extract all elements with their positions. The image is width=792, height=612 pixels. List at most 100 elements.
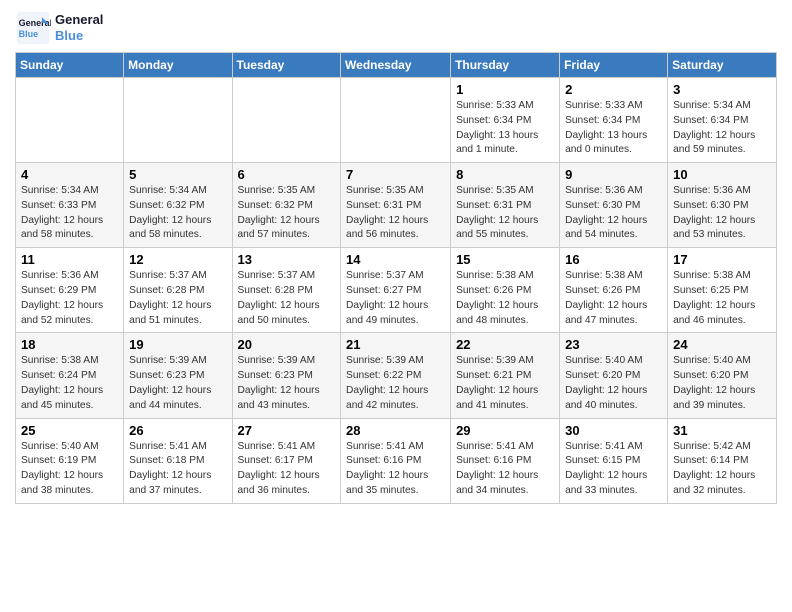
- day-info: Sunrise: 5:40 AM Sunset: 6:20 PM Dayligh…: [565, 354, 662, 413]
- page: General Blue General Blue SundayMondayTu…: [0, 0, 792, 514]
- day-info: Sunrise: 5:35 AM Sunset: 6:32 PM Dayligh…: [238, 184, 336, 243]
- day-info: Sunrise: 5:38 AM Sunset: 6:26 PM Dayligh…: [565, 269, 662, 328]
- day-number: 25: [21, 423, 118, 438]
- calendar-cell: 27 Sunrise: 5:41 AM Sunset: 6:17 PM Dayli…: [232, 418, 341, 503]
- day-number: 8: [456, 167, 554, 182]
- col-header-monday: Monday: [124, 53, 232, 78]
- day-info: Sunrise: 5:42 AM Sunset: 6:14 PM Dayligh…: [673, 440, 771, 499]
- day-number: 30: [565, 423, 662, 438]
- logo: General Blue General Blue: [15, 10, 103, 46]
- day-info: Sunrise: 5:41 AM Sunset: 6:17 PM Dayligh…: [238, 440, 336, 499]
- calendar-cell: 21 Sunrise: 5:39 AM Sunset: 6:22 PM Dayli…: [341, 333, 451, 418]
- day-number: 31: [673, 423, 771, 438]
- day-info: Sunrise: 5:37 AM Sunset: 6:28 PM Dayligh…: [129, 269, 226, 328]
- day-number: 26: [129, 423, 226, 438]
- calendar-cell: 4 Sunrise: 5:34 AM Sunset: 6:33 PM Daylig…: [16, 163, 124, 248]
- day-number: 20: [238, 337, 336, 352]
- day-info: Sunrise: 5:40 AM Sunset: 6:19 PM Dayligh…: [21, 440, 118, 499]
- calendar-header: SundayMondayTuesdayWednesdayThursdayFrid…: [16, 53, 777, 78]
- col-header-thursday: Thursday: [451, 53, 560, 78]
- day-number: 17: [673, 252, 771, 267]
- calendar-cell: [124, 78, 232, 163]
- header: General Blue General Blue: [15, 10, 777, 46]
- day-number: 4: [21, 167, 118, 182]
- col-header-saturday: Saturday: [668, 53, 777, 78]
- day-number: 6: [238, 167, 336, 182]
- calendar-week-2: 4 Sunrise: 5:34 AM Sunset: 6:33 PM Daylig…: [16, 163, 777, 248]
- day-info: Sunrise: 5:38 AM Sunset: 6:24 PM Dayligh…: [21, 354, 118, 413]
- day-info: Sunrise: 5:33 AM Sunset: 6:34 PM Dayligh…: [565, 99, 662, 158]
- calendar-cell: 16 Sunrise: 5:38 AM Sunset: 6:26 PM Dayli…: [560, 248, 668, 333]
- day-number: 14: [346, 252, 445, 267]
- day-number: 5: [129, 167, 226, 182]
- calendar-cell: 17 Sunrise: 5:38 AM Sunset: 6:25 PM Dayli…: [668, 248, 777, 333]
- day-info: Sunrise: 5:40 AM Sunset: 6:20 PM Dayligh…: [673, 354, 771, 413]
- day-info: Sunrise: 5:35 AM Sunset: 6:31 PM Dayligh…: [456, 184, 554, 243]
- day-number: 18: [21, 337, 118, 352]
- day-info: Sunrise: 5:34 AM Sunset: 6:34 PM Dayligh…: [673, 99, 771, 158]
- day-number: 21: [346, 337, 445, 352]
- col-header-friday: Friday: [560, 53, 668, 78]
- calendar-cell: 25 Sunrise: 5:40 AM Sunset: 6:19 PM Dayli…: [16, 418, 124, 503]
- col-header-wednesday: Wednesday: [341, 53, 451, 78]
- calendar-cell: 28 Sunrise: 5:41 AM Sunset: 6:16 PM Dayli…: [341, 418, 451, 503]
- calendar-cell: [341, 78, 451, 163]
- day-number: 1: [456, 82, 554, 97]
- calendar-week-4: 18 Sunrise: 5:38 AM Sunset: 6:24 PM Dayli…: [16, 333, 777, 418]
- day-info: Sunrise: 5:38 AM Sunset: 6:25 PM Dayligh…: [673, 269, 771, 328]
- calendar-week-5: 25 Sunrise: 5:40 AM Sunset: 6:19 PM Dayli…: [16, 418, 777, 503]
- day-number: 15: [456, 252, 554, 267]
- day-number: 13: [238, 252, 336, 267]
- day-info: Sunrise: 5:39 AM Sunset: 6:21 PM Dayligh…: [456, 354, 554, 413]
- calendar-cell: 13 Sunrise: 5:37 AM Sunset: 6:28 PM Dayli…: [232, 248, 341, 333]
- day-info: Sunrise: 5:37 AM Sunset: 6:27 PM Dayligh…: [346, 269, 445, 328]
- calendar-cell: 12 Sunrise: 5:37 AM Sunset: 6:28 PM Dayli…: [124, 248, 232, 333]
- calendar-cell: 2Sunrise: 5:33 AM Sunset: 6:34 PM Daylig…: [560, 78, 668, 163]
- calendar-body: 1 Sunrise: 5:33 AM Sunset: 6:34 PM Daylig…: [16, 78, 777, 504]
- calendar-table: SundayMondayTuesdayWednesdayThursdayFrid…: [15, 52, 777, 504]
- calendar-cell: 3 Sunrise: 5:34 AM Sunset: 6:34 PM Daylig…: [668, 78, 777, 163]
- calendar-cell: 23 Sunrise: 5:40 AM Sunset: 6:20 PM Dayli…: [560, 333, 668, 418]
- calendar-cell: 11 Sunrise: 5:36 AM Sunset: 6:29 PM Dayli…: [16, 248, 124, 333]
- calendar-cell: [232, 78, 341, 163]
- day-info: Sunrise: 5:36 AM Sunset: 6:29 PM Dayligh…: [21, 269, 118, 328]
- calendar-cell: 19Sunrise: 5:39 AM Sunset: 6:23 PM Dayli…: [124, 333, 232, 418]
- calendar-cell: 5 Sunrise: 5:34 AM Sunset: 6:32 PM Daylig…: [124, 163, 232, 248]
- day-number: 27: [238, 423, 336, 438]
- day-number: 12: [129, 252, 226, 267]
- day-info: Sunrise: 5:39 AM Sunset: 6:23 PM Dayligh…: [238, 354, 336, 413]
- day-number: 22: [456, 337, 554, 352]
- calendar-cell: 20 Sunrise: 5:39 AM Sunset: 6:23 PM Dayli…: [232, 333, 341, 418]
- day-number: 28: [346, 423, 445, 438]
- day-info: Sunrise: 5:41 AM Sunset: 6:18 PM Dayligh…: [129, 440, 226, 499]
- day-info: Sunrise: 5:37 AM Sunset: 6:28 PM Dayligh…: [238, 269, 336, 328]
- day-number: 9: [565, 167, 662, 182]
- day-number: 7: [346, 167, 445, 182]
- day-number: 3: [673, 82, 771, 97]
- col-header-tuesday: Tuesday: [232, 53, 341, 78]
- day-info: Sunrise: 5:41 AM Sunset: 6:15 PM Dayligh…: [565, 440, 662, 499]
- calendar-cell: 8 Sunrise: 5:35 AM Sunset: 6:31 PM Daylig…: [451, 163, 560, 248]
- day-info: Sunrise: 5:39 AM Sunset: 6:23 PM Dayligh…: [129, 354, 226, 413]
- calendar-cell: 29Sunrise: 5:41 AM Sunset: 6:16 PM Dayli…: [451, 418, 560, 503]
- calendar-cell: 31 Sunrise: 5:42 AM Sunset: 6:14 PM Dayli…: [668, 418, 777, 503]
- day-info: Sunrise: 5:34 AM Sunset: 6:32 PM Dayligh…: [129, 184, 226, 243]
- day-number: 24: [673, 337, 771, 352]
- day-number: 11: [21, 252, 118, 267]
- calendar-cell: 18 Sunrise: 5:38 AM Sunset: 6:24 PM Dayli…: [16, 333, 124, 418]
- calendar-cell: 22 Sunrise: 5:39 AM Sunset: 6:21 PM Dayli…: [451, 333, 560, 418]
- day-info: Sunrise: 5:41 AM Sunset: 6:16 PM Dayligh…: [346, 440, 445, 499]
- day-info: Sunrise: 5:39 AM Sunset: 6:22 PM Dayligh…: [346, 354, 445, 413]
- day-number: 10: [673, 167, 771, 182]
- calendar-cell: 30 Sunrise: 5:41 AM Sunset: 6:15 PM Dayli…: [560, 418, 668, 503]
- col-header-sunday: Sunday: [16, 53, 124, 78]
- day-info: Sunrise: 5:34 AM Sunset: 6:33 PM Dayligh…: [21, 184, 118, 243]
- day-number: 16: [565, 252, 662, 267]
- calendar-cell: 26 Sunrise: 5:41 AM Sunset: 6:18 PM Dayli…: [124, 418, 232, 503]
- logo-text: General Blue: [55, 12, 103, 43]
- day-info: Sunrise: 5:36 AM Sunset: 6:30 PM Dayligh…: [673, 184, 771, 243]
- calendar-week-3: 11 Sunrise: 5:36 AM Sunset: 6:29 PM Dayli…: [16, 248, 777, 333]
- day-number: 23: [565, 337, 662, 352]
- day-info: Sunrise: 5:38 AM Sunset: 6:26 PM Dayligh…: [456, 269, 554, 328]
- day-info: Sunrise: 5:35 AM Sunset: 6:31 PM Dayligh…: [346, 184, 445, 243]
